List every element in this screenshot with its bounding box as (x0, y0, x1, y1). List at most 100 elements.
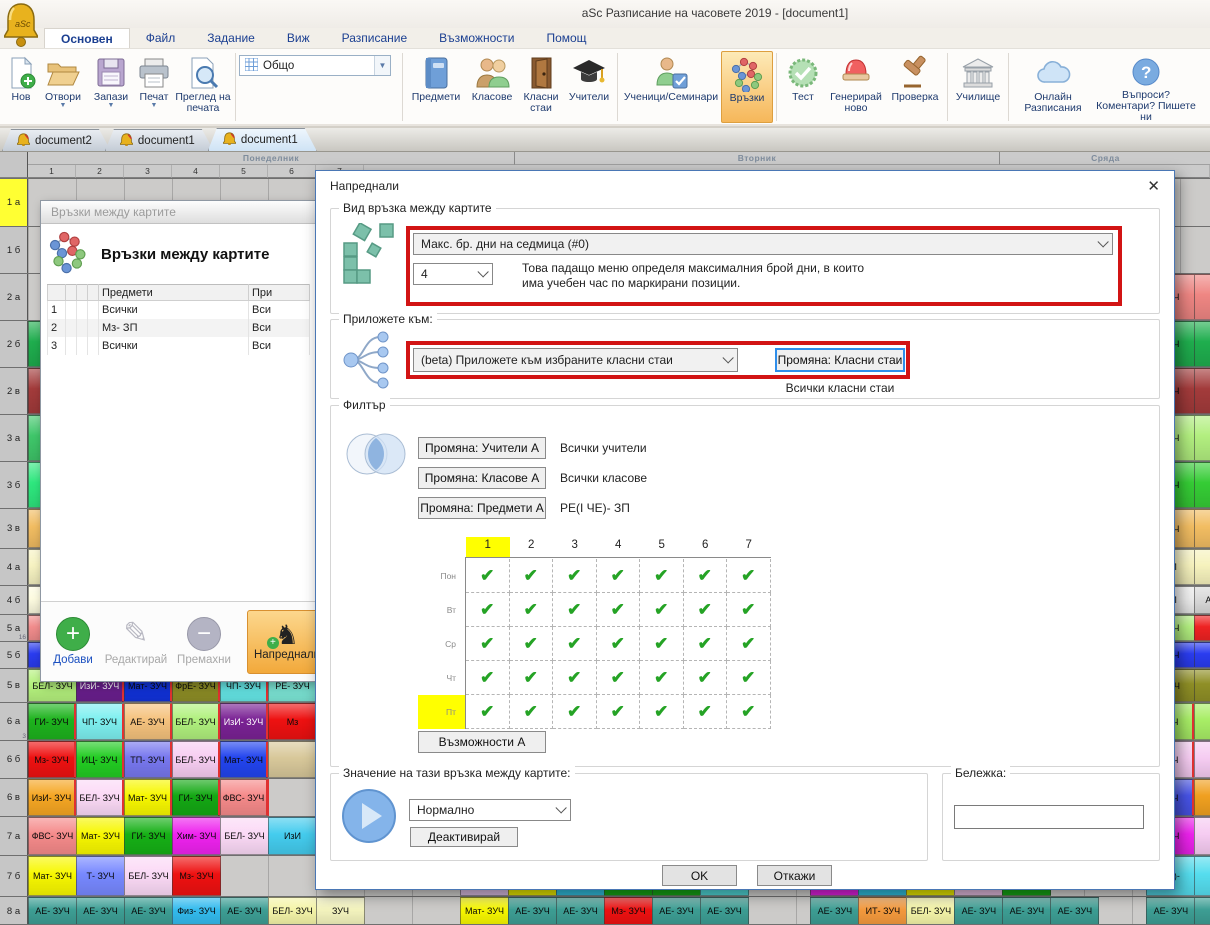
remove-link-button[interactable]: − Премахни (171, 617, 237, 666)
timetable-cell[interactable]: ИЦ- ЗУЧ (76, 741, 125, 778)
grid-check-cell[interactable]: ✔ (553, 661, 597, 695)
ok-button[interactable]: OK (662, 865, 737, 886)
grid-check-cell[interactable]: ✔ (510, 593, 554, 627)
links-table-row[interactable]: 3ВсичкиВси (48, 337, 310, 355)
class-row-header-6в[interactable]: 6 в (0, 779, 28, 816)
asc-bell-logo-icon[interactable]: aSc (4, 1, 38, 49)
links-table-row[interactable]: 1ВсичкиВси (48, 301, 310, 319)
links-table-row[interactable]: 2Мз- ЗПВси (48, 319, 310, 337)
grid-check-cell[interactable]: ✔ (597, 661, 641, 695)
class-row-header-5а[interactable]: 5 а16 (0, 615, 28, 641)
timetable-cell[interactable]: БЕ (1194, 415, 1210, 461)
grid-period-header[interactable]: 3 (553, 539, 597, 551)
ribbon-button-subjects[interactable]: Предмети (406, 51, 466, 123)
timetable-cell[interactable]: АЕ- ЗУЧ (700, 897, 749, 925)
class-row-header-5в[interactable]: 5 в (0, 669, 28, 702)
class-row-header-3а[interactable]: 3 а (0, 415, 28, 461)
grid-check-cell[interactable]: ✔ (640, 627, 684, 661)
grid-period-header[interactable]: 5 (640, 539, 684, 551)
timetable-cell[interactable]: Мз- ЗУЧ (28, 741, 77, 778)
class-row-header-7а[interactable]: 7 а (0, 817, 28, 855)
ribbon-button-students[interactable]: Ученици/Семинари (621, 51, 721, 123)
timetable-cell[interactable]: ИТ- ЗУЧ (858, 897, 907, 925)
ribbon-button-generate[interactable]: Генерирай ново (826, 51, 886, 123)
class-row-header-2а[interactable]: 2 а (0, 274, 28, 320)
edit-link-button[interactable]: ✎ Редактирай (101, 617, 171, 666)
grid-check-cell[interactable]: ✔ (510, 559, 554, 593)
grid-check-cell[interactable]: ✔ (597, 559, 641, 593)
grid-check-cell[interactable]: ✔ (684, 627, 728, 661)
ribbon-button-question[interactable]: ?Въпроси? Коментари? Пишете ни (1094, 51, 1198, 123)
document-tab-document2[interactable]: document2 (2, 129, 111, 151)
grid-period-header[interactable]: 1 (466, 539, 510, 551)
timetable-cell[interactable]: АЕ- ЗУЧ (556, 897, 605, 925)
timetable-cell[interactable]: АЕ- ЗУЧ (220, 897, 269, 925)
timetable-cell[interactable]: А (1194, 779, 1210, 816)
timetable-cell[interactable]: Мат- ЗУЧ (460, 897, 509, 925)
timetable-cell[interactable]: ФВС- ЗУЧ (220, 779, 269, 816)
timetable-cell[interactable]: Ма (1194, 741, 1210, 778)
timetable-cell[interactable]: Мат- ЗУЧ (28, 856, 77, 896)
class-row-header-8а[interactable]: 8 а (0, 897, 28, 925)
timetable-cell[interactable]: Мз- ЗУЧ (172, 856, 221, 896)
class-row-header-7б[interactable]: 7 б (0, 856, 28, 896)
grid-period-header[interactable]: 2 (510, 539, 554, 551)
timetable-cell[interactable]: АЕ- ЗУЧ (76, 897, 125, 925)
timetable-cell[interactable]: Т (1194, 642, 1210, 668)
grid-day-label[interactable]: Чт (412, 673, 456, 683)
grid-check-cell[interactable]: ✔ (510, 695, 554, 729)
class-row-header-6а[interactable]: 6 а3 (0, 703, 28, 740)
timetable-cell[interactable]: АЕ- ЗУЧ (124, 703, 173, 740)
grid-check-cell[interactable]: ✔ (684, 559, 728, 593)
timetable-cell[interactable]: М (1194, 615, 1210, 641)
grid-check-cell[interactable]: ✔ (684, 695, 728, 729)
timetable-cell[interactable]: АЕ-ЗП (1194, 586, 1210, 614)
timetable-cell[interactable]: БЕЛ- ЗУЧ (906, 897, 955, 925)
class-row-header-4б[interactable]: 4 б (0, 586, 28, 614)
timetable-cell[interactable]: Ма (1194, 368, 1210, 414)
grid-check-cell[interactable]: ✔ (553, 559, 597, 593)
timetable-cell[interactable]: БЕ (1194, 274, 1210, 320)
ribbon-button-open[interactable]: Отвори▼ (38, 51, 88, 123)
timetable-cell[interactable]: ЧП- ЗУЧ (76, 703, 125, 740)
ribbon-button-print[interactable]: Печат▼ (134, 51, 174, 123)
timetable-cell[interactable]: ТП- ЗУЧ (124, 741, 173, 778)
timetable-cell[interactable]: БЕЛ- ЗУЧ (172, 703, 221, 740)
menu-tab-Задание[interactable]: Задание (191, 28, 271, 48)
timetable-cell[interactable]: Хим- ЗУЧ (172, 817, 221, 855)
grid-check-cell[interactable]: ✔ (466, 661, 510, 695)
timetable-cell[interactable]: Мз (268, 703, 317, 740)
link-type-combo[interactable]: Макс. бр. дни на седмица (#0) (413, 233, 1113, 255)
timetable-cell[interactable]: И (1194, 549, 1210, 585)
timetable-cell[interactable]: АЕ- ЗУЧ (810, 897, 859, 925)
ribbon-button-check[interactable]: Проверка (886, 51, 944, 123)
timetable-cell[interactable]: М (1194, 509, 1210, 548)
ribbon-button-school[interactable]: Училище (951, 51, 1005, 123)
grid-check-cell[interactable]: ✔ (640, 559, 684, 593)
card-links-window-titlebar[interactable]: Връзки между картите (41, 201, 315, 224)
grid-check-cell[interactable]: ✔ (727, 661, 771, 695)
grid-check-cell[interactable]: ✔ (597, 695, 641, 729)
timetable-cell[interactable]: АЕ- ЗУЧ (28, 897, 77, 925)
grid-check-cell[interactable]: ✔ (640, 593, 684, 627)
class-row-header-2б[interactable]: 2 б (0, 321, 28, 367)
timetable-cell[interactable]: ИзИ- ЗУЧ (220, 703, 269, 740)
options-a-button[interactable]: Възможности А (418, 731, 546, 753)
class-row-header-2в[interactable]: 2 в (0, 368, 28, 414)
grid-check-cell[interactable]: ✔ (466, 627, 510, 661)
menu-tab-Основен[interactable]: Основен (44, 28, 130, 48)
grid-day-label[interactable]: Вт (412, 605, 456, 615)
timetable-cell[interactable]: ГИ- ЗУЧ (28, 703, 77, 740)
timetable-cell[interactable]: ИзИ- ЗУЧ (28, 779, 77, 816)
ribbon-button-test[interactable]: Тест (780, 51, 826, 123)
class-row-header-3б[interactable]: 3 б (0, 462, 28, 508)
document-tab-document1[interactable]: document1 (208, 128, 317, 151)
close-icon[interactable]: ✕ (1147, 177, 1160, 195)
timetable-cell[interactable]: Ма (1194, 897, 1210, 925)
timetable-cell[interactable]: БЕЛ- ЗУЧ (76, 779, 125, 816)
timetable-cell[interactable]: Физ- ЗУЧ (172, 897, 221, 925)
max-days-combo[interactable]: 4 (413, 263, 493, 285)
timetable-cell[interactable]: БЕ (1194, 817, 1210, 855)
ribbon-button-classes[interactable]: Класове (466, 51, 518, 123)
timetable-cell[interactable]: БЕ (1194, 462, 1210, 508)
